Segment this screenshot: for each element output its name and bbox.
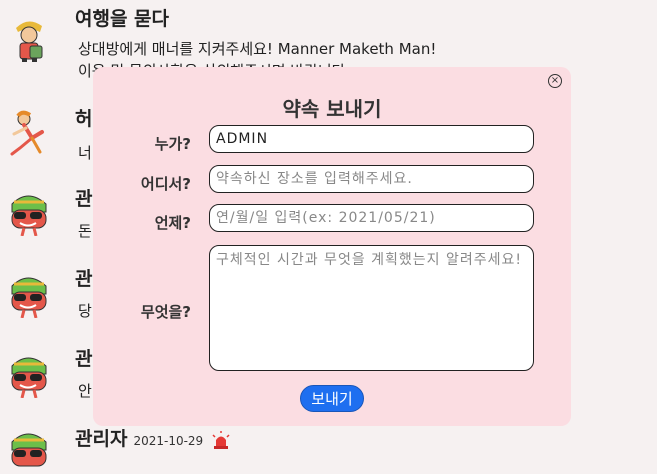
appointment-modal: × 약속 보내기 누가? 어디서? 언제? 무엇을? 보내기 <box>93 67 571 426</box>
where-input[interactable] <box>209 165 534 193</box>
when-label: 언제? <box>154 214 191 232</box>
post-title: 여행을 묻다 <box>75 8 170 30</box>
where-label: 어디서? <box>140 175 191 193</box>
post-text: 상대방에게 매너를 지켜주세요! Manner Maketh Man! <box>78 40 437 58</box>
when-input[interactable] <box>209 204 534 232</box>
dancer-avatar-icon <box>10 110 44 156</box>
what-textarea[interactable] <box>209 245 534 371</box>
admin-avatar-icon <box>11 433 47 467</box>
modal-title: 약속 보내기 <box>282 97 382 121</box>
close-icon[interactable]: × <box>548 74 562 88</box>
post-title: 관 <box>75 188 93 210</box>
who-input[interactable] <box>209 125 534 153</box>
what-label: 무엇을? <box>140 303 191 321</box>
siren-icon[interactable] <box>211 430 231 449</box>
post-title: 관 <box>75 268 93 290</box>
post-text: 돈 <box>78 222 92 240</box>
admin-avatar-icon <box>11 195 47 236</box>
admin-avatar-icon <box>11 357 47 398</box>
post-text: 안 <box>78 382 92 400</box>
post-title: 관리자 2021-10-29 <box>75 424 231 451</box>
post-text: 당 <box>78 302 92 320</box>
admin-avatar-icon <box>11 277 47 318</box>
post-title: 관 <box>75 348 93 370</box>
post-author: 관리자 <box>75 428 128 450</box>
post-text: 너 <box>78 144 92 162</box>
send-button[interactable]: 보내기 <box>300 385 364 412</box>
post-date: 2021-10-29 <box>133 434 204 448</box>
who-label: 누가? <box>154 135 191 153</box>
post-title: 허 <box>75 108 93 130</box>
traveler-avatar-icon <box>16 21 43 62</box>
